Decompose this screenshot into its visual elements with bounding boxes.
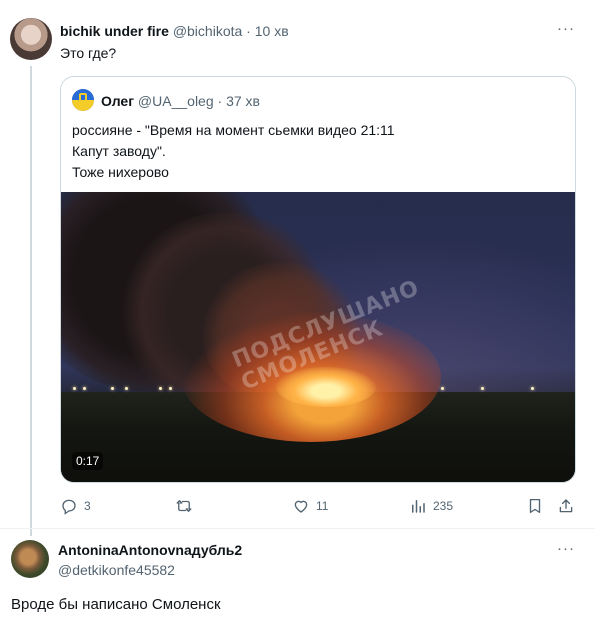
quote-author-name: Олег [101, 93, 135, 109]
tweet-text: Это где? [60, 45, 117, 61]
tweet-header: bichik under fire @bichikota · 10 хв [60, 23, 289, 39]
like-count: 11 [316, 499, 329, 513]
quoted-tweet[interactable]: Олег @UA__oleg · 37 хв россияне - "Время… [60, 76, 576, 483]
quote-avatar[interactable] [72, 89, 94, 111]
more-icon[interactable]: ··· [557, 20, 575, 37]
quote-line: Тоже нихерово [72, 164, 169, 180]
distant-lights [61, 387, 575, 393]
like-button[interactable]: 11 [292, 495, 328, 517]
tweet-text: Вроде бы написано Смоленск [11, 596, 221, 613]
bookmark-icon [529, 498, 541, 514]
share-button[interactable] [557, 495, 581, 517]
author-handle[interactable]: @detkikonfe45582 [58, 562, 175, 578]
video-duration: 0:17 [72, 452, 104, 470]
more-icon[interactable]: ··· [557, 540, 575, 557]
quote-line: Капут заводу". [72, 143, 166, 159]
avatar[interactable] [11, 540, 49, 578]
view-count: 235 [433, 499, 454, 513]
views-button[interactable]: 235 [409, 495, 453, 517]
bookmark-button[interactable] [526, 495, 550, 517]
tweet-divider [0, 528, 595, 529]
separator-dot: · [246, 23, 251, 39]
reply-count: 3 [84, 499, 91, 513]
retweet-icon [176, 500, 192, 512]
quote-text: россияне - "Время на момент сьемки видео… [72, 120, 395, 183]
tweet-time[interactable]: 10 хв [255, 23, 289, 39]
quote-time: 37 хв [226, 93, 260, 109]
tweet-actions: 3 11 235 [60, 495, 580, 519]
quote-header: Олег @UA__oleg · 37 хв [101, 93, 260, 109]
video-player[interactable]: ПОДСЛУШАНО СМОЛЕНСК 0:17 [61, 192, 575, 482]
share-icon [559, 499, 573, 513]
author-name[interactable]: AntoninaAntonovnaдубль2 [58, 542, 242, 558]
author-handle[interactable]: @bichikota [173, 23, 242, 39]
quote-line: россияне - "Время на момент сьемки видео… [72, 122, 395, 138]
separator-dot: · [217, 93, 223, 109]
avatar[interactable] [10, 18, 52, 60]
tweet[interactable]: bichik under fire @bichikota · 10 хв ···… [0, 0, 595, 536]
reply-tweet[interactable]: AntoninaAntonovnaдубль2 ··· @detkikonfe4… [0, 530, 595, 619]
thread-line [30, 66, 32, 536]
reply-icon [62, 499, 76, 515]
retweet-button[interactable] [175, 495, 199, 517]
author-name[interactable]: bichik under fire [60, 23, 169, 39]
trident-icon [79, 93, 87, 107]
views-icon [412, 500, 425, 513]
quote-author-handle: @UA__oleg [137, 93, 214, 109]
heart-icon [294, 500, 308, 513]
reply-button[interactable]: 3 [60, 495, 91, 517]
